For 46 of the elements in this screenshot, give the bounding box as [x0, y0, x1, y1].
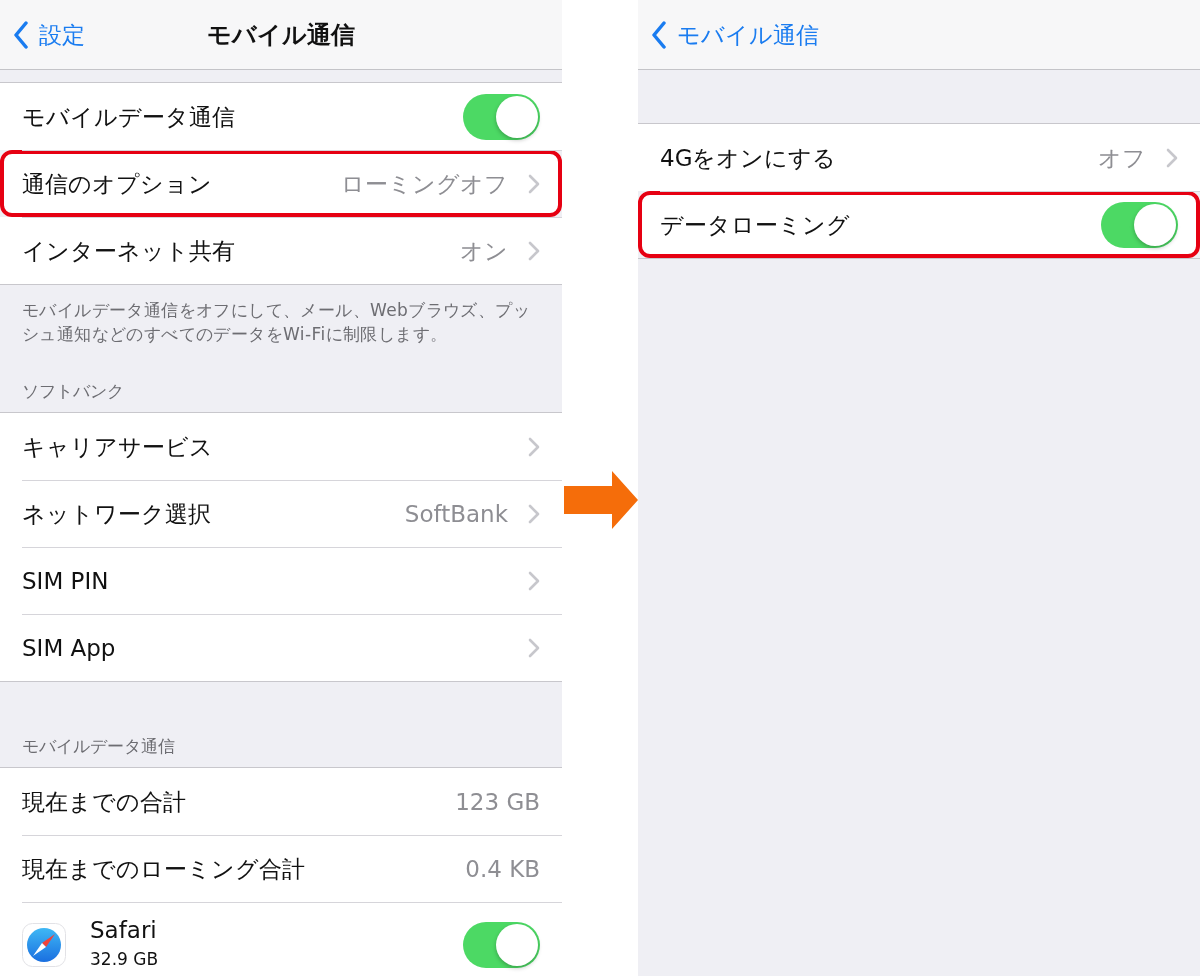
right-arrow-icon [562, 470, 638, 530]
settings-row[interactable]: インターネット共有 オン [0, 217, 562, 284]
section-header: モバイルデータ通信 [21, 735, 176, 758]
back-chevron-icon [13, 20, 29, 49]
chevron-icon [528, 503, 540, 524]
row-label: 通信のオプション [22, 169, 213, 199]
row-label: データローミング [660, 210, 851, 240]
chevron-icon [528, 173, 540, 194]
row-label: モバイルデータ通信 [22, 102, 236, 132]
toggle-switch[interactable] [463, 922, 540, 968]
chevron-icon [528, 240, 540, 261]
chevron-icon [1166, 147, 1178, 168]
row-value: 0.4 KB [465, 854, 540, 884]
row-label: 現在までのローミング合計 [22, 854, 306, 884]
settings-row[interactable]: SIM PIN [0, 547, 562, 614]
settings-row[interactable]: 通信のオプション ローミングオフ [0, 150, 562, 217]
row-label: SIM App [22, 633, 117, 663]
settings-row[interactable]: ネットワーク選択 SoftBank [0, 480, 562, 547]
row-value: オン [460, 236, 508, 266]
section-header: ソフトバンク [21, 380, 125, 403]
row-value: SoftBank [404, 499, 508, 529]
section-footer: モバイルデータ通信をオフにして、メール、Webブラウズ、プッシュ通知などのすべてのデータをWi-Fiに制限します。 [0, 285, 562, 346]
row-label: ネットワーク選択 [22, 499, 212, 529]
row-value: 123 GB [455, 787, 540, 817]
back-chevron-icon [651, 20, 667, 49]
row-label: SIM PIN [22, 566, 110, 596]
toggle-switch[interactable] [1101, 201, 1178, 248]
app-usage: 32.9 GB [90, 948, 159, 970]
compass-icon [22, 923, 66, 967]
row-label: インターネット共有 [22, 236, 236, 266]
row-label: 4Gをオンにする [660, 143, 838, 173]
screen-title: モバイル通信 [207, 19, 355, 50]
chevron-icon [528, 637, 540, 658]
toggle-switch[interactable] [463, 93, 540, 140]
row-value: ローミングオフ [341, 169, 508, 199]
row-label: キャリアサービス [22, 432, 214, 462]
settings-row[interactable]: SIM App [0, 614, 562, 681]
chevron-icon [528, 436, 540, 457]
app-name: Safari [90, 916, 157, 945]
chevron-icon [528, 570, 540, 591]
row-label: 現在までの合計 [22, 787, 187, 817]
row-value: オフ [1098, 143, 1146, 173]
settings-row[interactable]: キャリアサービス [0, 413, 562, 480]
back-button[interactable]: モバイル通信 [651, 19, 819, 50]
back-button[interactable]: 設定 [13, 19, 85, 50]
settings-row[interactable]: 4Gをオンにする オフ [638, 124, 1200, 191]
